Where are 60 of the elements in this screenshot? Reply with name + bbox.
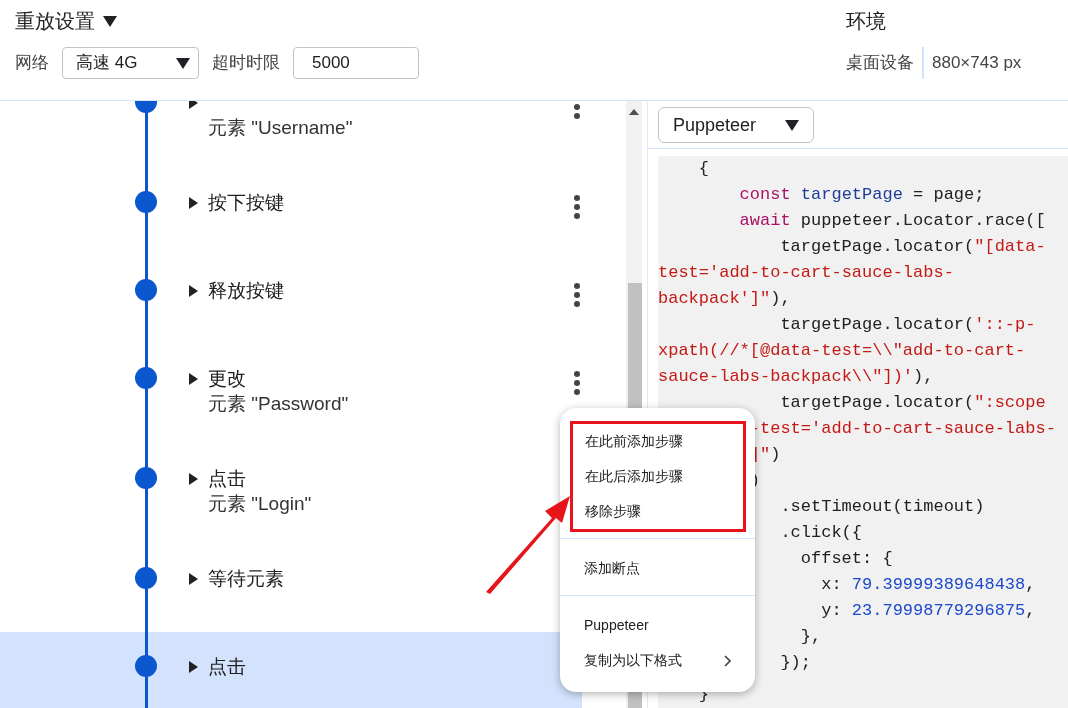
code-line: y: 23.79998779296875, — [821, 600, 1036, 622]
step-dot — [135, 279, 157, 301]
code-line: sauce-labs-backpack\\"])'), — [658, 366, 934, 388]
network-select[interactable]: 高速 4G — [62, 47, 199, 79]
step-title: 点击 — [208, 467, 247, 491]
code-line: .click({ — [780, 522, 863, 544]
panel-title: 重放设置 — [15, 9, 95, 34]
code-line: const targetPage = page; — [739, 184, 985, 206]
caret-icon — [176, 57, 190, 69]
step-title: 等待元素 — [208, 567, 284, 591]
code-line: test='add-to-cart-sauce-labs- — [658, 262, 954, 284]
expand-icon[interactable] — [189, 661, 198, 673]
step-dot — [135, 567, 157, 589]
step-title: 释放按键 — [208, 279, 284, 303]
code-line: -test='add-to-cart-sauce-labs- — [749, 418, 1056, 440]
expand-icon[interactable] — [189, 285, 198, 297]
code-line: targetPage.locator("[data- — [780, 236, 1046, 258]
code-line: xpath(//*[@data-test=\\"add-to-cart- — [658, 340, 1026, 362]
code-line: targetPage.locator('::-p- — [780, 314, 1036, 336]
step-detail: 元素 "Login" — [208, 492, 312, 516]
more-icon[interactable] — [573, 101, 581, 120]
expand-icon[interactable] — [189, 373, 198, 385]
step-row[interactable]: 元素 "Username" — [0, 101, 582, 168]
device-label: 桌面设备 — [846, 52, 914, 75]
viewport-size: 880×743 px — [932, 52, 1022, 75]
step-dot — [135, 191, 157, 213]
code-line: await puppeteer.Locator.race([ — [739, 210, 1046, 232]
code-line: .setTimeout(timeout) — [780, 496, 985, 518]
step-detail: 元素 "Password" — [208, 392, 349, 416]
step-row[interactable]: 按下按键 — [0, 168, 582, 256]
step-row[interactable]: 点击 — [0, 632, 582, 708]
code-line: }, — [800, 626, 822, 648]
more-icon[interactable] — [573, 194, 581, 220]
section-title: 环境 — [846, 9, 887, 34]
step-title: 点击 — [208, 655, 246, 679]
caret-icon[interactable] — [103, 15, 117, 27]
expand-icon[interactable] — [189, 473, 198, 485]
timeout-field[interactable]: 5000 — [293, 47, 419, 79]
code-line: backpack']"), — [658, 288, 791, 310]
format-select[interactable]: Puppeteer — [658, 107, 814, 143]
scroll-up-icon[interactable] — [629, 109, 639, 115]
code-line: }); — [780, 652, 811, 674]
more-icon[interactable] — [573, 370, 581, 396]
expand-icon[interactable] — [189, 573, 198, 585]
code-line: x: 79.39999389648438, — [821, 574, 1036, 596]
step-dot — [135, 467, 157, 489]
step-title: 更改 — [208, 367, 247, 391]
step-detail: 元素 "Username" — [208, 116, 353, 140]
caret-icon — [785, 119, 799, 131]
code-line: offset: { — [800, 548, 893, 570]
timeout-label: 超时时限 — [212, 52, 280, 75]
step-dot — [135, 655, 157, 677]
step-title: 按下按键 — [208, 191, 284, 215]
expand-icon[interactable] — [189, 197, 198, 209]
step-dot — [135, 367, 157, 389]
network-label: 网络 — [15, 52, 49, 75]
more-icon[interactable] — [573, 282, 581, 308]
step-row[interactable]: 释放按键 — [0, 256, 582, 344]
code-line: targetPage.locator(":scope — [780, 392, 1046, 414]
code-line: { — [698, 158, 709, 180]
